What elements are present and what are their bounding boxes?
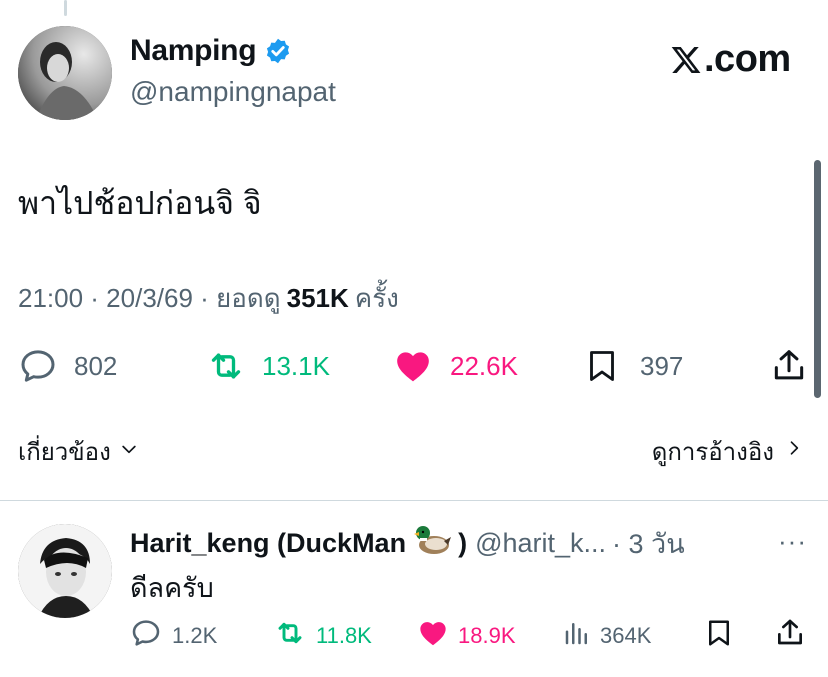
like-icon [416, 617, 450, 655]
reply-icon [18, 346, 58, 386]
like-icon [392, 346, 434, 386]
like-button[interactable]: 22.6K [392, 340, 518, 392]
views-icon [562, 617, 592, 655]
reply-reply-count: 1.2K [172, 623, 218, 648]
reply-views-button[interactable]: 364K [562, 614, 651, 658]
tweet-text: พาไปช้อปก่อนจิ จิ [18, 185, 262, 221]
view-suffix: ครั้ง [354, 283, 399, 313]
chevron-down-icon [119, 438, 139, 466]
reply-reply-button[interactable]: 1.2K [130, 614, 217, 658]
reply-author-name-close: ) [458, 528, 468, 558]
reply-bookmark-button[interactable] [704, 614, 734, 658]
author-avatar[interactable] [18, 26, 112, 120]
author-handle[interactable]: @nampingnapat [130, 76, 336, 108]
divider [0, 500, 828, 501]
verified-badge-icon [264, 37, 292, 65]
repost-button[interactable]: 13.1K [204, 340, 330, 392]
related-toggle[interactable]: เกี่ยวข้อง [18, 432, 139, 471]
repost-count: 13.1K [262, 350, 330, 381]
x-logo-icon [670, 43, 702, 77]
tweet-actions: 802 13.1K 22.6K 397 [0, 340, 828, 392]
reply-count: 802 [74, 350, 118, 381]
reply-like-button[interactable]: 18.9K [416, 614, 516, 658]
reply-share-button[interactable] [774, 614, 806, 658]
tweet-meta: 21:00 · 20/3/69 · ยอดดู 351K ครั้ง [18, 278, 399, 319]
reply-header: Harit_keng (DuckMan ) @harit_k... · 3 วั… [130, 522, 685, 565]
reply-text: ดีลครับ [130, 573, 214, 603]
reply-like-count: 18.9K [458, 623, 516, 648]
share-button[interactable] [770, 340, 808, 392]
reply-views-count: 364K [600, 623, 652, 648]
view-quotes-link[interactable]: ดูการอ้างอิง [652, 432, 804, 471]
repost-icon [204, 346, 248, 386]
more-icon[interactable]: ··· [778, 526, 807, 557]
share-icon [774, 617, 806, 655]
reply-button[interactable]: 802 [18, 340, 117, 392]
bookmark-icon [704, 617, 734, 655]
reply-author-handle[interactable]: @harit_k... [475, 528, 606, 559]
scrollbar[interactable] [814, 160, 821, 398]
author-name-row[interactable]: Namping [130, 34, 292, 68]
bookmark-count: 397 [640, 350, 684, 381]
related-label: เกี่ยวข้อง [18, 439, 111, 466]
view-quotes-label: ดูการอ้างอิง [651, 439, 774, 466]
author-name[interactable]: Namping [130, 34, 257, 68]
view-count: 351K [286, 283, 349, 313]
reply-time[interactable]: · 3 วัน [612, 522, 685, 565]
share-icon [770, 346, 808, 386]
reply-author-avatar[interactable] [18, 524, 112, 618]
bookmark-button[interactable]: 397 [584, 340, 683, 392]
bookmark-icon [584, 346, 620, 386]
reply-author-name[interactable]: Harit_keng (DuckMan [130, 528, 406, 559]
tweet-time[interactable]: 21:00 · 20/3/69 · ยอดดู [18, 278, 281, 319]
reply-repost-count: 11.8K [316, 623, 372, 648]
x-brand: .com [670, 38, 791, 81]
duck-emoji [412, 523, 452, 564]
repost-icon [272, 617, 308, 655]
brand-text: .com [704, 38, 791, 80]
reply-repost-button[interactable]: 11.8K [272, 614, 372, 658]
thread-line [64, 0, 67, 16]
chevron-right-icon [784, 437, 804, 466]
reply-icon [130, 617, 162, 655]
reply-actions: 1.2K 11.8K 18.9K 364K [0, 614, 828, 658]
like-count: 22.6K [450, 350, 518, 381]
